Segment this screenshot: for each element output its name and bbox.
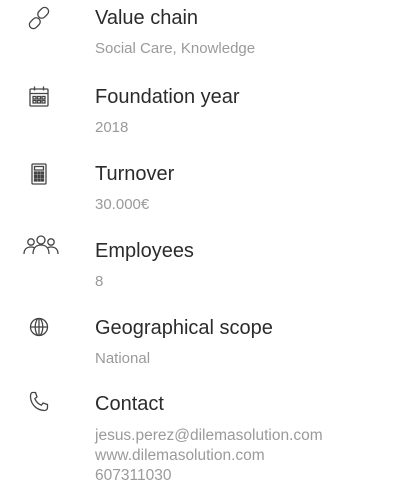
employees-value: 8 <box>95 273 104 290</box>
contact-title: Contact <box>95 393 164 415</box>
globe-icon <box>26 314 52 340</box>
contact-details: jesus.perez@dilemasolution.com www.dilem… <box>95 426 323 486</box>
contact-website-link[interactable]: www.dilemasolution.com <box>95 446 323 466</box>
calendar-icon <box>26 84 52 110</box>
geographical-scope-value: National <box>95 350 151 367</box>
foundation-year-value: 2018 <box>95 119 129 136</box>
employees-title: Employees <box>95 240 194 262</box>
value-chain-value: Social Care, Knowledge <box>95 40 256 57</box>
turnover-title: Turnover <box>95 163 175 185</box>
phone-icon <box>26 389 52 415</box>
turnover-value: 30.000€ <box>95 196 150 213</box>
contact-phone-number[interactable]: 607311030 <box>95 466 323 486</box>
contact-email-link[interactable]: jesus.perez@dilemasolution.com <box>95 426 323 446</box>
company-info-list: Value chain Social Care, Knowledge Found… <box>0 0 398 497</box>
link-icon <box>26 5 52 31</box>
value-chain-title: Value chain <box>95 7 199 29</box>
foundation-year-title: Foundation year <box>95 86 240 108</box>
calculator-icon <box>26 161 52 187</box>
people-icon <box>22 232 60 258</box>
geographical-scope-title: Geographical scope <box>95 317 273 339</box>
